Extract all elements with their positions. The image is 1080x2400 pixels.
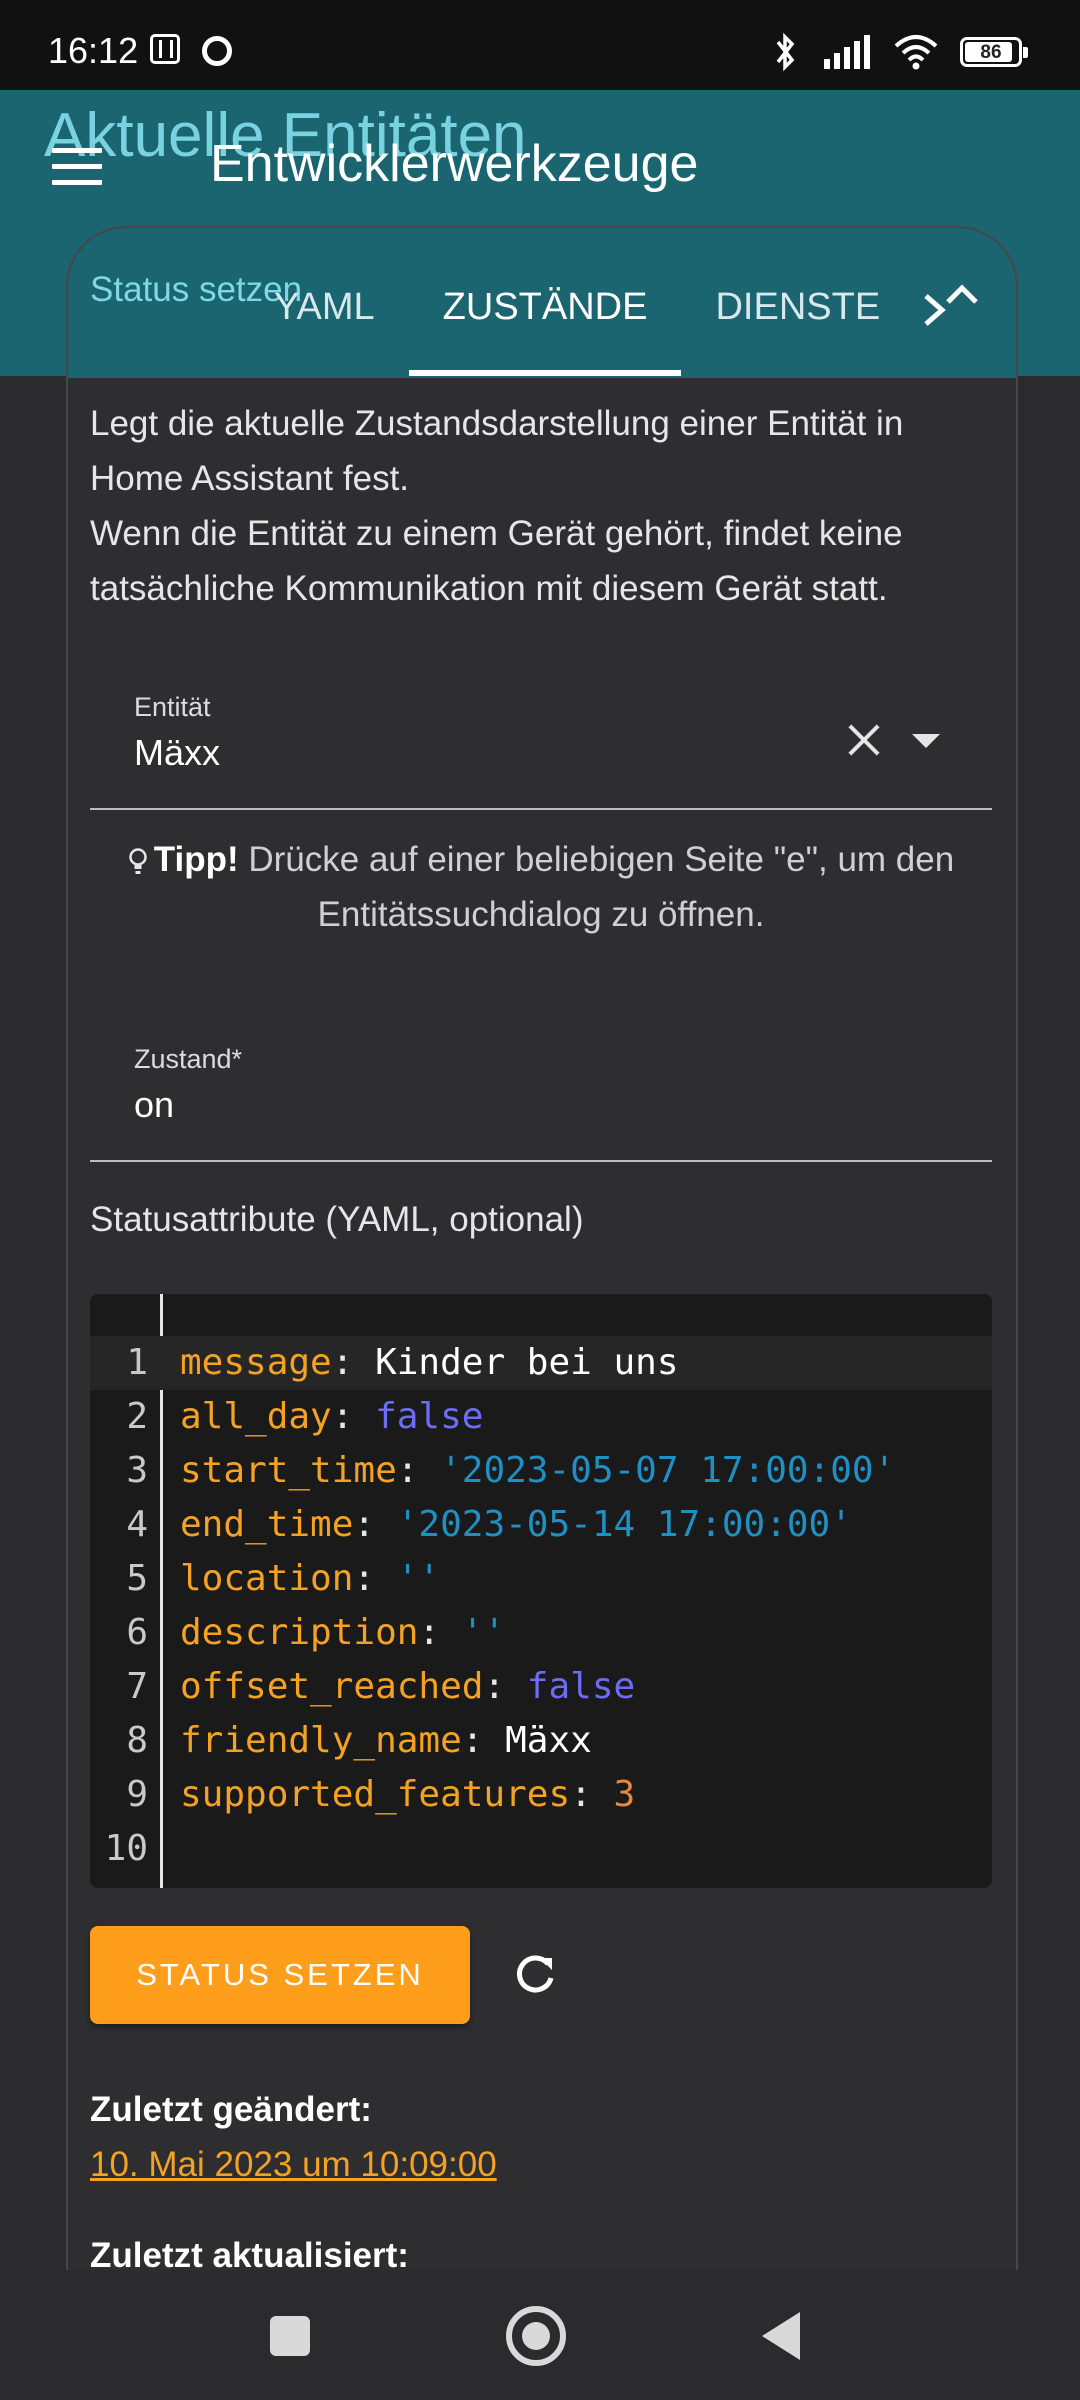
code-line[interactable]: 9 supported_features: 3 — [90, 1768, 992, 1822]
back-button[interactable] — [762, 2312, 800, 2360]
line-number: 5 — [126, 1558, 148, 1599]
recents-button[interactable] — [270, 2316, 310, 2356]
tip-bold: Tipp! — [153, 840, 239, 879]
yaml-editor[interactable]: 1 message: Kinder bei uns 2 all_day: false 3… — [90, 1294, 992, 1888]
home-button[interactable] — [506, 2306, 566, 2366]
code-line[interactable]: 4 end_time: '2023-05-14 17:00:00' — [90, 1498, 992, 1552]
state-value[interactable]: on — [134, 1084, 174, 1126]
code-line[interactable]: 7 offset_reached: false — [90, 1660, 992, 1714]
entity-value[interactable]: Mäxx — [134, 732, 220, 774]
line-number: 1 — [126, 1342, 148, 1383]
line-number: 4 — [126, 1504, 148, 1545]
lightbulb-icon — [129, 848, 147, 874]
tip-text: Tipp! Drücke auf einer beliebigen Seite … — [90, 832, 992, 942]
page-title: Entwicklerwerkzeuge — [210, 135, 699, 193]
code-text: start_time: '2023-05-07 17:00:00' — [180, 1450, 896, 1491]
description-line-2: Wenn die Entität zu einem Gerät gehört, … — [90, 514, 903, 608]
menu-icon[interactable] — [52, 148, 102, 185]
bluetooth-icon — [776, 32, 795, 72]
code-text: description: '' — [180, 1612, 506, 1653]
line-number: 7 — [126, 1666, 148, 1707]
code-text: all_day: false — [180, 1396, 484, 1437]
clock: 16:12 — [48, 30, 139, 71]
tab-services[interactable]: DIENSTE — [681, 270, 914, 376]
circle-icon — [202, 36, 232, 66]
code-text: supported_features: 3 — [180, 1774, 636, 1815]
battery-icon: 86 — [960, 37, 1028, 67]
entity-label: Entität — [134, 692, 211, 722]
code-line[interactable]: 8 friendly_name: Mäxx — [90, 1714, 992, 1768]
state-label: Zustand* — [134, 1044, 243, 1074]
line-number: 10 — [104, 1828, 148, 1869]
description: Legt die aktuelle Zustandsdarstellung ei… — [90, 396, 990, 616]
entity-field[interactable]: Entität Mäxx — [90, 660, 992, 810]
description-line-1: Legt die aktuelle Zustandsdarstellung ei… — [90, 404, 904, 498]
attributes-label: Statusattribute (YAML, optional) — [90, 1200, 584, 1239]
set-state-button[interactable]: STATUS SETZEN — [90, 1926, 470, 2024]
signal-icon — [824, 35, 870, 69]
last-changed-value[interactable]: 10. Mai 2023 um 10:09:00 — [90, 2145, 497, 2185]
tip-body: Drücke auf einer beliebigen Seite "e", u… — [238, 840, 955, 934]
tab-yaml[interactable]: YAML — [240, 270, 409, 376]
wifi-icon — [894, 35, 938, 70]
line-number: 3 — [126, 1450, 148, 1491]
chevron-up-icon[interactable] — [944, 276, 980, 312]
code-line[interactable]: 2 all_day: false — [90, 1390, 992, 1444]
code-text: offset_reached: false — [180, 1666, 636, 1707]
system-nav-bar — [0, 2270, 1080, 2400]
code-line[interactable]: 5 location: '' — [90, 1552, 992, 1606]
tab-states[interactable]: ZUSTÄNDE — [408, 270, 682, 376]
refresh-icon[interactable] — [510, 1950, 560, 2000]
tab-bar: YAML ZUSTÄNDE DIENSTE — [240, 270, 914, 376]
state-field[interactable]: Zustand* on — [90, 1012, 992, 1162]
line-number: 8 — [126, 1720, 148, 1761]
dropdown-arrow-icon[interactable] — [912, 734, 940, 748]
nfc-icon — [150, 34, 180, 64]
code-text: message: Kinder bei uns — [180, 1342, 679, 1383]
code-line[interactable]: 3 start_time: '2023-05-07 17:00:00' — [90, 1444, 992, 1498]
line-number: 2 — [126, 1396, 148, 1437]
code-line[interactable]: 1 message: Kinder bei uns — [90, 1336, 992, 1390]
code-line[interactable]: 6 description: '' — [90, 1606, 992, 1660]
clear-icon[interactable] — [844, 720, 884, 760]
battery-level: 86 — [980, 42, 1002, 63]
status-bar: 16:12 86 — [0, 0, 1080, 90]
code-text: friendly_name: Mäxx — [180, 1720, 592, 1761]
line-number: 6 — [126, 1612, 148, 1653]
last-changed-label: Zuletzt geändert: — [90, 2090, 372, 2129]
code-text: end_time: '2023-05-14 17:00:00' — [180, 1504, 852, 1545]
code-text: location: '' — [180, 1558, 441, 1599]
code-line[interactable]: 10 — [90, 1822, 992, 1876]
line-number: 9 — [126, 1774, 148, 1815]
